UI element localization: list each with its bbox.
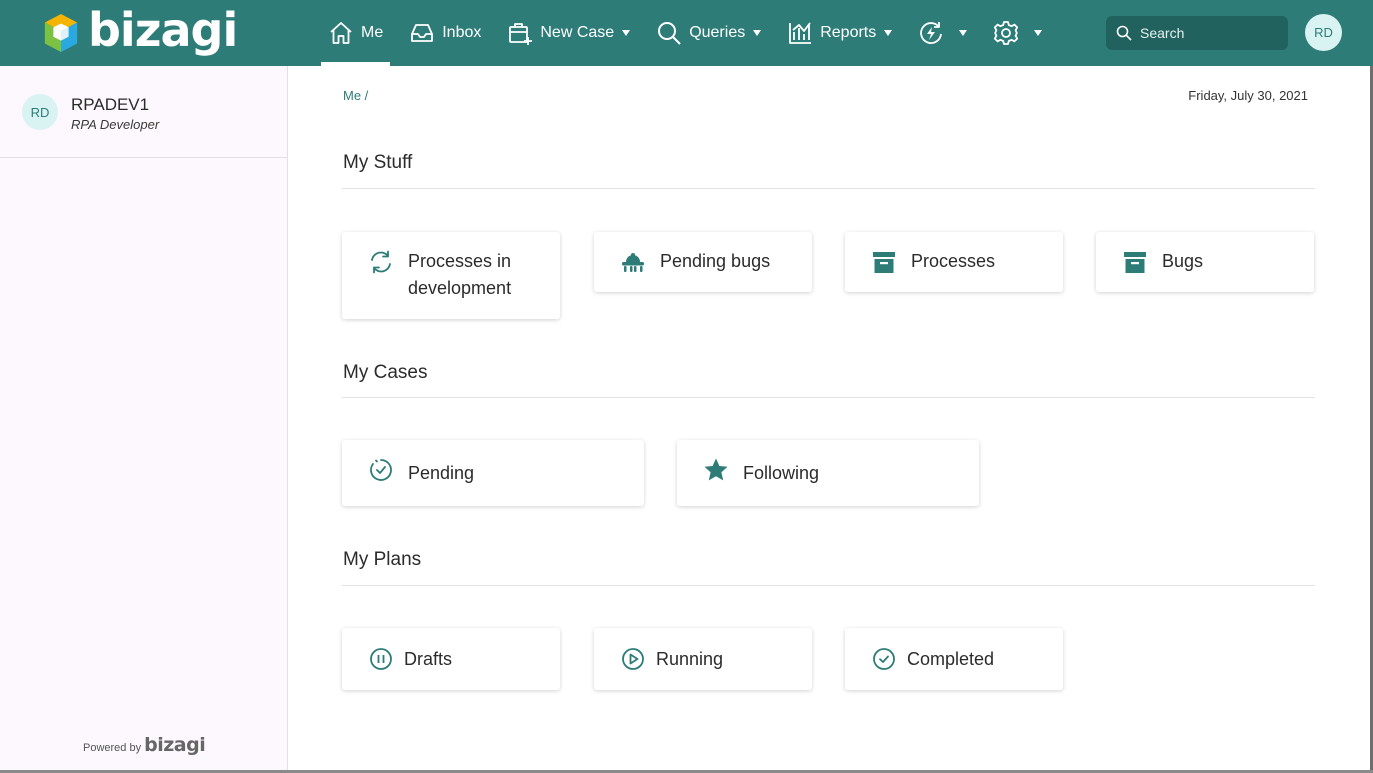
- reports-chart-icon: [789, 22, 812, 44]
- timer-icon: [368, 457, 394, 483]
- nav-me-label: Me: [361, 24, 384, 41]
- star-icon: [703, 457, 729, 483]
- nav-inbox-label: Inbox: [442, 24, 482, 41]
- nav-settings[interactable]: [985, 0, 1050, 66]
- card-following[interactable]: Following: [677, 440, 979, 506]
- nav-automation[interactable]: [910, 0, 975, 66]
- card-label: Processes in development: [408, 251, 512, 298]
- avatar: RD: [22, 94, 58, 130]
- nav-new-case-label: New Case: [540, 24, 615, 41]
- divider: [342, 397, 1315, 398]
- sidebar: RD RPADEV1 RPA Developer Powered by biza…: [0, 66, 288, 773]
- logo-text: bizagi: [88, 3, 238, 57]
- nav-queries-label: Queries: [689, 24, 746, 41]
- divider: [342, 585, 1315, 586]
- divider: [342, 188, 1315, 189]
- section-title-my-plans: My Plans: [343, 549, 422, 570]
- nav-me[interactable]: Me: [320, 0, 391, 66]
- user-profile-card[interactable]: RD RPADEV1 RPA Developer: [0, 66, 287, 158]
- section-title-my-stuff: My Stuff: [343, 152, 413, 173]
- pause-circle-icon: [368, 646, 394, 672]
- home-icon: [330, 22, 352, 44]
- powered-by-footer: Powered by bizagi: [83, 734, 206, 756]
- play-circle-icon: [620, 646, 646, 672]
- search-icon: [658, 22, 681, 45]
- card-label: Pending bugs: [660, 251, 771, 271]
- nav-reports-label: Reports: [820, 24, 877, 41]
- lightning-refresh-icon: [920, 22, 943, 44]
- card-label: Drafts: [404, 649, 453, 669]
- card-bugs[interactable]: Bugs: [1096, 232, 1314, 292]
- card-label: Running: [656, 649, 724, 669]
- card-label: Bugs: [1162, 251, 1204, 271]
- search-box[interactable]: [1106, 16, 1288, 50]
- user-avatar[interactable]: RD: [1305, 14, 1342, 51]
- inbox-icon: [411, 24, 434, 42]
- nav-queries[interactable]: Queries: [648, 0, 769, 66]
- user-name: RPADEV1: [71, 95, 150, 114]
- card-label: Following: [743, 463, 820, 483]
- card-completed[interactable]: Completed: [845, 628, 1063, 690]
- card-pending[interactable]: Pending: [342, 440, 644, 506]
- top-navigation-bar: bizagi Me Inbox New Case Queries Reports…: [0, 0, 1373, 66]
- chevron-down-icon: [753, 30, 762, 36]
- section-title-my-cases: My Cases: [343, 362, 428, 383]
- current-date: Friday, July 30, 2021: [1188, 88, 1308, 103]
- archive-icon: [1122, 249, 1148, 275]
- footer-logo: bizagi: [144, 734, 206, 756]
- card-drafts[interactable]: Drafts: [342, 628, 560, 690]
- powered-by-text: Powered by: [83, 742, 142, 754]
- check-circle-icon: [871, 646, 897, 672]
- card-pending-bugs[interactable]: Pending bugs: [594, 232, 812, 292]
- card-label: Completed: [907, 649, 995, 669]
- card-processes[interactable]: Processes: [845, 232, 1063, 292]
- gear-icon: [994, 21, 1019, 45]
- bizagi-cube-icon: [44, 14, 78, 52]
- card-label: Processes: [911, 251, 996, 271]
- chevron-down-icon: [1034, 30, 1043, 36]
- archive-icon: [871, 249, 897, 275]
- new-case-icon: [509, 23, 533, 45]
- nav-inbox[interactable]: Inbox: [401, 0, 489, 66]
- nav-reports[interactable]: Reports: [779, 0, 900, 66]
- nav-new-case[interactable]: New Case: [499, 0, 638, 66]
- breadcrumb[interactable]: Me /: [343, 88, 368, 103]
- search-input[interactable]: [1140, 25, 1280, 41]
- card-label: Pending: [408, 463, 475, 483]
- card-processes-in-development[interactable]: Processes in development: [342, 232, 560, 319]
- card-running[interactable]: Running: [594, 628, 812, 690]
- bug-icon: [620, 249, 646, 275]
- main-nav: Me Inbox New Case Queries Reports: [320, 0, 1060, 66]
- chevron-down-icon: [959, 30, 968, 36]
- chevron-down-icon: [884, 30, 893, 36]
- refresh-icon: [368, 249, 394, 275]
- search-icon: [1116, 25, 1132, 41]
- chevron-down-icon: [622, 30, 631, 36]
- bizagi-logo[interactable]: bizagi: [42, 3, 238, 60]
- user-role: RPA Developer: [71, 117, 160, 132]
